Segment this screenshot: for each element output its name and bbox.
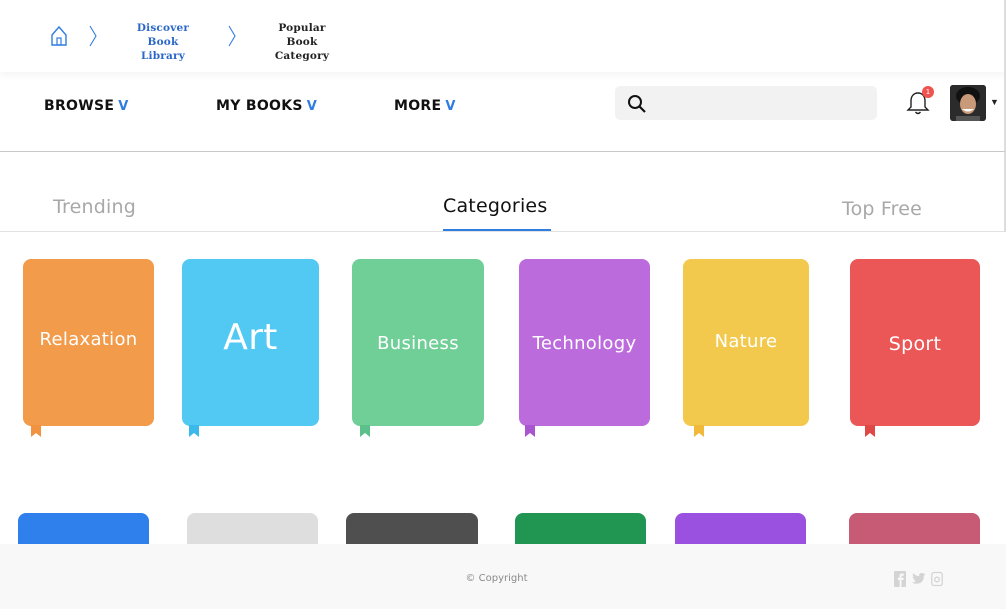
breadcrumb-link-line2: Library [140,50,186,62]
tab-top-free[interactable]: Top Free [842,198,922,220]
bookmark-ribbon-icon [360,425,370,437]
bookmark-ribbon-icon [694,425,704,437]
category-label: Technology [532,333,637,354]
tab-categories[interactable]: Categories [443,195,547,217]
bookmark-ribbon-icon [865,425,875,437]
category-sport[interactable]: Sport [850,259,980,426]
instagram-icon[interactable] [931,571,943,587]
category-art[interactable]: Art [182,259,319,426]
chevron-down-icon: V [118,99,129,114]
tab-trending[interactable]: Trending [53,196,136,218]
top-bar: Discover Book Library Popular Book Categ… [0,0,1006,72]
avatar-dropdown-icon[interactable]: ▼ [990,97,999,107]
search-icon [628,95,646,113]
main-nav: BROWSE V MY BOOKS V MORE V 1 ▼ [0,72,1006,152]
active-tab-indicator [443,229,551,231]
category-technology[interactable]: Technology [519,259,650,426]
category-tabs: Trending Categories Top Free [0,152,1006,232]
breadcrumb-discover-library[interactable]: Discover Book Library [120,21,206,63]
nav-browse-label: BROWSE [44,98,115,114]
nav-more-label: MORE [394,98,442,114]
category-label: Art [223,317,278,358]
nav-browse[interactable]: BROWSE V [44,98,129,114]
chevron-down-icon: V [445,99,456,114]
twitter-icon[interactable] [911,571,926,587]
search-bar[interactable] [615,86,877,120]
category-label: Business [377,333,459,354]
bookmark-ribbon-icon [189,425,199,437]
chevron-down-icon: V [306,99,318,114]
facebook-icon[interactable] [894,571,906,587]
category-label: Sport [888,333,942,355]
category-business[interactable]: Business [352,259,484,426]
breadcrumb-current-page: Popular Book Category [262,21,342,63]
breadcrumb-current-line2: Category [274,50,330,62]
avatar[interactable] [950,85,986,121]
nav-more[interactable]: MORE V [394,98,456,114]
category-label: Relaxation [39,329,138,350]
breadcrumb-separator-icon [89,25,97,47]
nav-my-books[interactable]: MY BOOKS V [216,98,317,114]
user-avatar-image [950,85,986,121]
category-relaxation[interactable]: Relaxation [23,259,154,426]
category-label: Nature [714,331,778,352]
bookmark-ribbon-icon [31,425,41,437]
breadcrumb-current-line1: Popular Book [278,22,326,48]
home-icon[interactable] [50,25,68,47]
copyright-text: © Copyright [465,573,528,584]
breadcrumb-separator-icon [228,25,236,47]
footer: © Copyright [0,544,1006,609]
breadcrumb-link-line1: Discover Book [136,22,190,48]
bookmark-ribbon-icon [525,425,535,437]
search-input[interactable] [655,92,865,114]
nav-my-books-label: MY BOOKS [216,98,303,114]
notification-badge: 1 [922,86,934,98]
category-nature[interactable]: Nature [683,259,809,426]
